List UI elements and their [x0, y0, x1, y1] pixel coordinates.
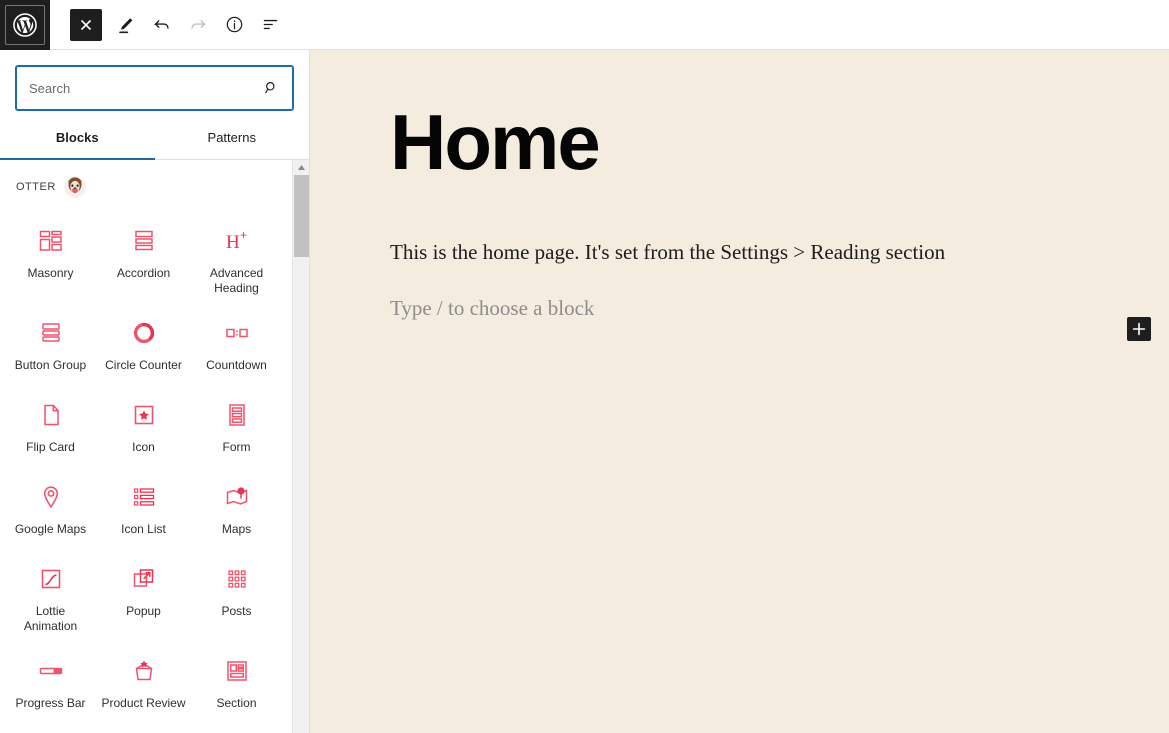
accordion-icon — [131, 226, 157, 256]
block-label: Popup — [126, 604, 161, 618]
product-review-icon — [131, 656, 157, 686]
block-item-maps[interactable]: Maps — [190, 470, 283, 552]
advanced-heading-icon: H + — [223, 226, 251, 256]
svg-text:H: H — [226, 232, 240, 253]
block-label: Masonry — [27, 266, 74, 280]
redo-button[interactable] — [180, 7, 216, 43]
block-label: Button Group — [14, 358, 87, 372]
blocks-scroll-region: OTTER Masonry Accordion H + Advanced Hea… — [0, 160, 309, 733]
close-x-icon — [80, 19, 92, 30]
search-area — [0, 50, 309, 111]
block-item-circle-counter[interactable]: Circle Counter — [97, 306, 190, 388]
list-view-button[interactable] — [252, 7, 288, 43]
block-label: Progress Bar — [15, 696, 86, 710]
section-icon — [224, 656, 250, 686]
info-circle-icon — [226, 16, 242, 33]
search-magnifier-icon — [263, 80, 280, 97]
block-item-form[interactable]: Form — [190, 388, 283, 470]
lottie-animation-icon — [38, 564, 64, 594]
wordpress-logo-button[interactable] — [0, 0, 50, 50]
otter-avatar-icon — [63, 176, 86, 198]
block-label: Posts — [221, 604, 252, 618]
block-item-accordion[interactable]: Accordion — [97, 214, 190, 306]
svg-text:+: + — [240, 228, 247, 242]
details-button[interactable] — [216, 7, 252, 43]
paragraph-block[interactable]: This is the home page. It's set from the… — [390, 237, 1089, 269]
block-grid: Masonry Accordion H + Advanced Heading B… — [0, 204, 287, 726]
block-label: Google Maps — [14, 522, 87, 536]
tab-patterns[interactable]: Patterns — [155, 116, 310, 159]
undo-button[interactable] — [144, 7, 180, 43]
block-item-section[interactable]: Section — [190, 644, 283, 726]
button-group-icon — [38, 318, 64, 348]
close-inserter-button[interactable] — [70, 8, 102, 41]
block-label: Accordion — [116, 266, 171, 280]
pencil-edit-icon — [119, 17, 133, 33]
block-item-google-maps[interactable]: Google Maps — [4, 470, 97, 552]
block-label: Maps — [221, 522, 252, 536]
block-label: Lottie Animation — [23, 604, 78, 633]
plus-icon — [1132, 322, 1146, 336]
circle-counter-icon — [131, 318, 157, 348]
block-item-flip-card[interactable]: Flip Card — [4, 388, 97, 470]
tab-blocks[interactable]: Blocks — [0, 116, 155, 160]
blocks-scrollbar[interactable] — [292, 160, 309, 733]
edit-tool-button[interactable] — [108, 7, 144, 43]
scrollbar-thumb[interactable] — [294, 175, 309, 257]
block-label: Form — [222, 440, 251, 454]
search-input[interactable] — [17, 67, 292, 109]
undo-arrow-icon — [153, 19, 169, 29]
google-maps-pin-icon — [38, 482, 64, 512]
category-title: OTTER — [16, 181, 56, 193]
flip-card-icon — [38, 400, 64, 430]
block-label: Circle Counter — [105, 358, 182, 372]
icon-star-icon — [131, 400, 157, 430]
block-item-product-review[interactable]: Product Review — [97, 644, 190, 726]
block-label: Icon — [132, 440, 155, 454]
toolbar-tools — [70, 7, 288, 43]
post-content: Home This is the home page. It's set fro… — [310, 50, 1169, 324]
wordpress-editor: Blocks Patterns OTTER — [0, 0, 1169, 733]
page-title[interactable]: Home — [390, 103, 1089, 181]
block-item-masonry[interactable]: Masonry — [4, 214, 97, 306]
icon-list-icon — [131, 482, 157, 512]
block-item-popup[interactable]: Popup — [97, 552, 190, 644]
block-item-icon-list[interactable]: Icon List — [97, 470, 190, 552]
posts-grid-icon — [224, 564, 250, 594]
block-label: Countdown — [206, 358, 267, 372]
block-item-countdown[interactable]: Countdown — [190, 306, 283, 388]
block-inserter-panel: Blocks Patterns OTTER — [0, 50, 310, 733]
countdown-icon — [224, 318, 250, 348]
popup-icon — [131, 564, 157, 594]
block-item-posts[interactable]: Posts — [190, 552, 283, 644]
block-item-progress-bar[interactable]: Progress Bar — [4, 644, 97, 726]
block-label: Flip Card — [26, 440, 75, 454]
progress-bar-icon — [38, 656, 64, 686]
redo-arrow-icon — [191, 19, 207, 29]
form-icon — [224, 400, 250, 430]
masonry-icon — [38, 226, 64, 256]
block-item-advanced-heading[interactable]: H + Advanced Heading — [190, 214, 283, 306]
inserter-tabs: Blocks Patterns — [0, 116, 309, 160]
wordpress-logo-icon — [5, 4, 45, 45]
block-label: Section — [216, 696, 257, 710]
editor-canvas: Home This is the home page. It's set fro… — [310, 50, 1169, 733]
block-label: Advanced Heading — [209, 266, 264, 295]
block-label: Icon List — [121, 522, 166, 536]
list-view-icon — [263, 19, 277, 30]
block-item-button-group[interactable]: Button Group — [4, 306, 97, 388]
scroll-up-arrow-icon[interactable] — [293, 160, 309, 175]
block-item-lottie-animation[interactable]: Lottie Animation — [4, 552, 97, 644]
block-item-icon[interactable]: Icon — [97, 388, 190, 470]
editor-top-bar — [0, 0, 1169, 50]
search-box[interactable] — [15, 65, 294, 111]
empty-paragraph-placeholder[interactable]: Type / to choose a block — [390, 293, 1089, 325]
add-block-button[interactable] — [1127, 317, 1151, 341]
block-label: Product Review — [101, 696, 186, 710]
maps-icon — [224, 482, 250, 512]
category-header-otter: OTTER — [0, 160, 287, 204]
